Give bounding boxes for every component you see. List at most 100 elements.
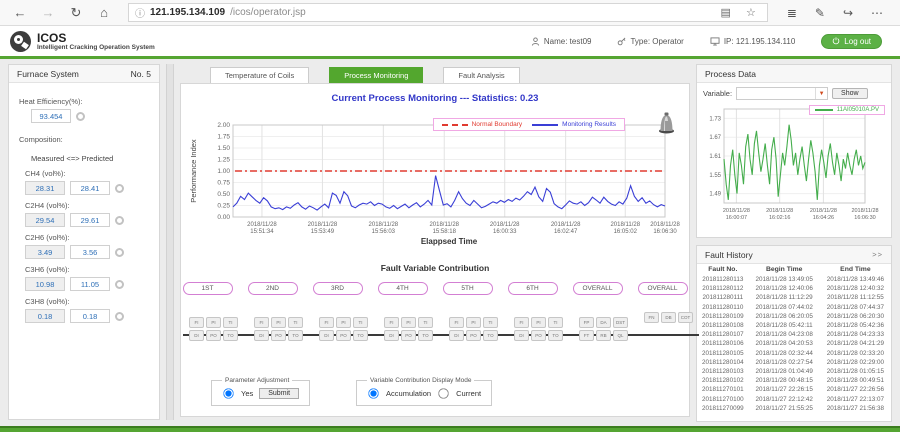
predicted-input[interactable]: [70, 277, 110, 291]
tab-process-monitoring[interactable]: Process Monitoring: [329, 67, 423, 83]
refresh-icon[interactable]: ↻: [64, 5, 88, 21]
status-circle-icon[interactable]: [115, 312, 124, 321]
port-button-to[interactable]: TO: [483, 330, 498, 341]
favorite-star-icon[interactable]: ☆: [741, 6, 761, 19]
port-button-pi[interactable]: PI: [466, 317, 481, 328]
predicted-input[interactable]: [70, 181, 110, 195]
accumulation-radio[interactable]: [368, 388, 378, 398]
table-row[interactable]: 2018112801032018/11/28 01:04:492018/11/2…: [697, 367, 891, 376]
logout-button[interactable]: Log out: [821, 34, 882, 49]
show-button[interactable]: Show: [832, 88, 868, 99]
measured-input[interactable]: [25, 213, 65, 227]
measured-input[interactable]: [25, 181, 65, 195]
port-button-fi[interactable]: FI: [449, 317, 464, 328]
port-button-dst[interactable]: DST: [613, 317, 628, 328]
port-button-di[interactable]: DI: [254, 330, 269, 341]
table-row[interactable]: 2018112801062018/11/28 04:20:532018/11/2…: [697, 339, 891, 348]
port-button-po[interactable]: PO: [531, 330, 546, 341]
port-button-rb[interactable]: RB: [596, 330, 611, 341]
fault-order-button-1[interactable]: 1ST: [183, 282, 233, 295]
port-button-ti[interactable]: TI: [288, 317, 303, 328]
status-circle-icon[interactable]: [76, 112, 85, 121]
port-button-di[interactable]: DI: [384, 330, 399, 341]
fault-order-button-3[interactable]: 3RD: [313, 282, 363, 295]
address-bar[interactable]: ⓘ 121.195.134.109 /icos/operator.jsp ▤ ☆: [128, 3, 768, 22]
port-button-fi[interactable]: FI: [189, 317, 204, 328]
port-button-di[interactable]: DI: [319, 330, 334, 341]
variable-select[interactable]: ▼: [736, 87, 828, 100]
site-info-icon[interactable]: ⓘ: [135, 5, 145, 20]
port-button-po[interactable]: PO: [271, 330, 286, 341]
port-button-po[interactable]: PO: [401, 330, 416, 341]
predicted-input[interactable]: [70, 245, 110, 259]
table-row[interactable]: 2018112801042018/11/28 02:27:542018/11/2…: [697, 358, 891, 367]
table-row[interactable]: 2018112701002018/11/27 22:12:422018/11/2…: [697, 394, 891, 403]
table-row[interactable]: 2018112801072018/11/28 04:23:082018/11/2…: [697, 330, 891, 339]
current-radio[interactable]: [438, 388, 448, 398]
reading-view-icon[interactable]: ▤: [716, 6, 736, 19]
measured-input[interactable]: [25, 309, 65, 323]
favorites-hub-icon[interactable]: ≣: [778, 6, 806, 20]
table-row[interactable]: 2018112801102018/11/28 07:44:022018/11/2…: [697, 303, 891, 312]
status-circle-icon[interactable]: [115, 248, 124, 257]
fault-history-more-link[interactable]: >>: [872, 250, 883, 259]
chevron-down-icon[interactable]: ▼: [815, 88, 827, 99]
forward-icon[interactable]: →: [36, 5, 60, 20]
port-button-ti[interactable]: TI: [353, 317, 368, 328]
port-button-fi[interactable]: FI: [319, 317, 334, 328]
port-button-ti[interactable]: TI: [418, 317, 433, 328]
port-button-to[interactable]: TO: [288, 330, 303, 341]
port-button-fi[interactable]: FI: [514, 317, 529, 328]
port-button-fn[interactable]: FN: [644, 312, 659, 323]
port-button-fi[interactable]: FI: [254, 317, 269, 328]
port-button-di[interactable]: DI: [449, 330, 464, 341]
more-menu-icon[interactable]: ⋯: [862, 6, 892, 20]
tab-fault-analysis[interactable]: Fault Analysis: [443, 67, 519, 83]
port-button-pi[interactable]: PI: [531, 317, 546, 328]
status-circle-icon[interactable]: [115, 280, 124, 289]
table-row[interactable]: 2018112801122018/11/28 12:40:062018/11/2…: [697, 284, 891, 293]
port-button-di[interactable]: DI: [514, 330, 529, 341]
back-icon[interactable]: ←: [8, 5, 32, 20]
port-button-ti[interactable]: TI: [483, 317, 498, 328]
port-button-fi[interactable]: FI: [384, 317, 399, 328]
status-circle-icon[interactable]: [115, 184, 124, 193]
port-button-di[interactable]: DI: [189, 330, 204, 341]
table-row[interactable]: 2018112700992018/11/27 21:55:252018/11/2…: [697, 404, 891, 413]
table-row[interactable]: 2018112801132018/11/28 13:49:052018/11/2…: [697, 275, 891, 284]
port-button-po[interactable]: PO: [206, 330, 221, 341]
heat-efficiency-input[interactable]: [31, 109, 71, 123]
measured-input[interactable]: [25, 245, 65, 259]
table-row[interactable]: 2018112701012018/11/27 22:26:152018/11/2…: [697, 385, 891, 394]
port-button-to[interactable]: TO: [353, 330, 368, 341]
port-button-pi[interactable]: PI: [271, 317, 286, 328]
measured-input[interactable]: [25, 277, 65, 291]
port-button-to[interactable]: TO: [223, 330, 238, 341]
table-row[interactable]: 2018112801052018/11/28 02:32:442018/11/2…: [697, 349, 891, 358]
status-circle-icon[interactable]: [115, 216, 124, 225]
fault-order-button-4[interactable]: 4TH: [378, 282, 428, 295]
annotate-pen-icon[interactable]: ✎: [806, 6, 834, 20]
port-button-po[interactable]: PO: [466, 330, 481, 341]
port-button-da[interactable]: DA: [596, 317, 611, 328]
port-button-cot[interactable]: COT: [678, 312, 693, 323]
port-button-db[interactable]: DB: [661, 312, 676, 323]
table-row[interactable]: 2018112801092018/11/28 06:20:052018/11/2…: [697, 312, 891, 321]
home-icon[interactable]: ⌂: [92, 5, 116, 20]
table-row[interactable]: 2018112801022018/11/28 00:48:152018/11/2…: [697, 376, 891, 385]
fault-order-button-2[interactable]: 2ND: [248, 282, 298, 295]
fault-order-button-5[interactable]: 5TH: [443, 282, 493, 295]
port-button-pi[interactable]: PI: [401, 317, 416, 328]
port-button-ql[interactable]: QL: [613, 330, 628, 341]
fault-order-button-6[interactable]: 6TH: [508, 282, 558, 295]
port-button-to[interactable]: TO: [418, 330, 433, 341]
predicted-input[interactable]: [70, 213, 110, 227]
fault-order-button-7[interactable]: OVERALL: [573, 282, 623, 295]
port-button-pi[interactable]: PI: [206, 317, 221, 328]
table-row[interactable]: 2018112801112018/11/28 11:12:292018/11/2…: [697, 293, 891, 302]
port-button-ti[interactable]: TI: [548, 317, 563, 328]
port-button-fp[interactable]: FP: [579, 317, 594, 328]
port-button-to[interactable]: TO: [548, 330, 563, 341]
tab-temperature-of-coils[interactable]: Temperature of Coils: [210, 67, 309, 83]
predicted-input[interactable]: [70, 309, 110, 323]
